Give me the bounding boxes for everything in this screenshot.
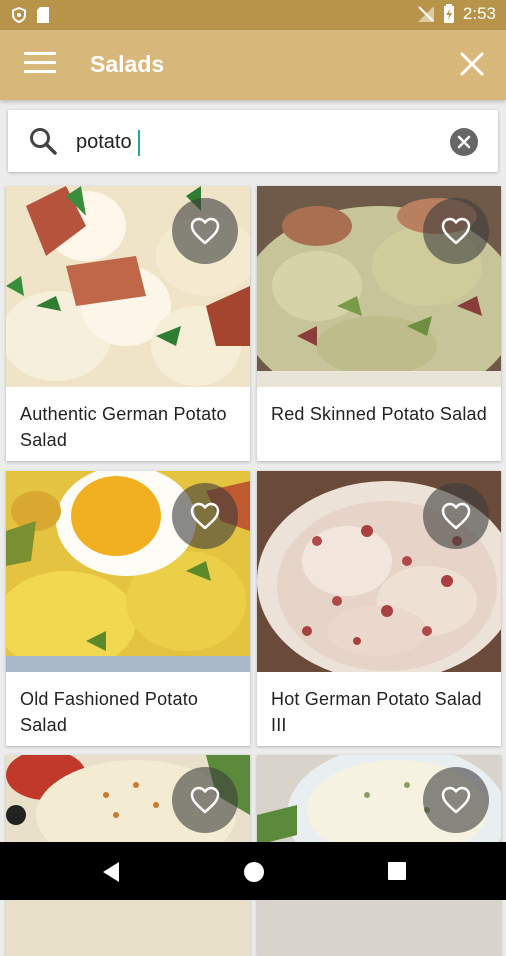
sd-card-icon bbox=[37, 7, 49, 23]
heart-outline-icon bbox=[441, 217, 471, 245]
app-bar: Salads bbox=[0, 30, 506, 100]
recipe-image bbox=[6, 186, 250, 387]
recipe-title: Old Fashioned Potato Salad bbox=[20, 689, 199, 735]
recipe-card[interactable]: Hot German Potato Salad III bbox=[257, 471, 501, 746]
shield-icon bbox=[12, 7, 26, 23]
heart-outline-icon bbox=[190, 502, 220, 530]
favorite-button[interactable] bbox=[423, 483, 489, 549]
recipe-title: Authentic German Potato Salad bbox=[20, 404, 227, 450]
hamburger-menu-icon[interactable] bbox=[24, 52, 56, 78]
recipe-card[interactable]: Red Skinned Potato Salad bbox=[257, 186, 501, 461]
recipe-image bbox=[257, 186, 501, 387]
back-icon[interactable] bbox=[101, 861, 121, 883]
home-icon[interactable] bbox=[243, 861, 265, 883]
system-navigation-bar bbox=[0, 842, 506, 900]
search-icon bbox=[30, 128, 57, 155]
heart-outline-icon bbox=[441, 502, 471, 530]
status-time: 2:53 bbox=[462, 4, 496, 23]
favorite-button[interactable] bbox=[172, 198, 238, 264]
favorite-button[interactable] bbox=[172, 483, 238, 549]
page-title: Salads bbox=[90, 51, 165, 77]
favorite-button[interactable] bbox=[172, 767, 238, 833]
clear-search-button[interactable] bbox=[450, 128, 478, 156]
close-icon[interactable] bbox=[456, 48, 488, 80]
status-bar: 2:53 bbox=[0, 0, 506, 30]
favorite-button[interactable] bbox=[423, 767, 489, 833]
heart-outline-icon bbox=[190, 217, 220, 245]
heart-outline-icon bbox=[190, 786, 220, 814]
recipe-title: Hot German Potato Salad III bbox=[271, 689, 482, 735]
recipe-image bbox=[6, 471, 250, 672]
favorite-button[interactable] bbox=[423, 198, 489, 264]
battery-icon bbox=[443, 4, 454, 23]
clear-icon bbox=[457, 135, 471, 149]
recipe-card[interactable]: Authentic German Potato Salad bbox=[6, 186, 250, 461]
recents-icon[interactable] bbox=[387, 861, 407, 881]
recipe-image bbox=[257, 471, 501, 672]
recipe-title: Red Skinned Potato Salad bbox=[271, 404, 487, 424]
no-signal-icon bbox=[417, 6, 434, 22]
search-bar bbox=[8, 110, 498, 172]
search-input[interactable] bbox=[76, 128, 446, 156]
heart-outline-icon bbox=[441, 786, 471, 814]
recipe-card[interactable]: Old Fashioned Potato Salad bbox=[6, 471, 250, 746]
text-cursor bbox=[138, 130, 140, 156]
